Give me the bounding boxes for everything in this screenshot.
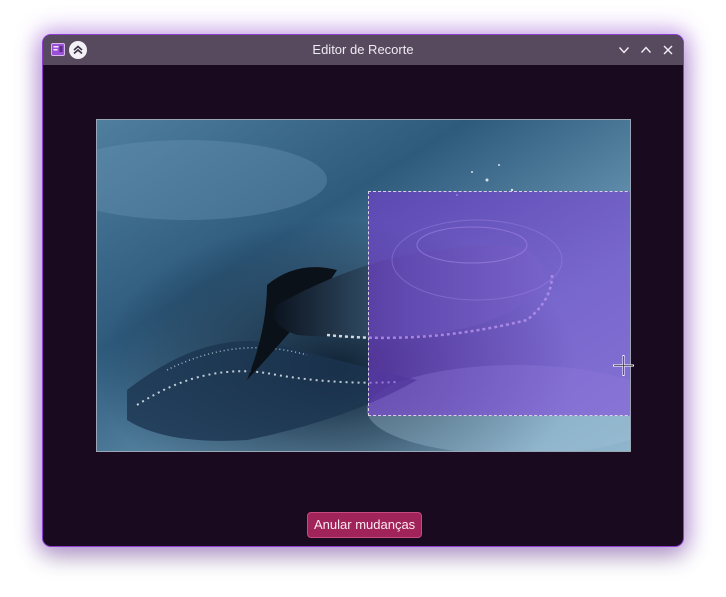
minimize-icon[interactable] xyxy=(614,40,634,60)
crop-editor-window: Editor de Recorte Anular mudanças xyxy=(43,35,683,546)
undo-changes-button[interactable]: Anular mudanças xyxy=(307,512,423,538)
title-bar[interactable]: Editor de Recorte xyxy=(43,35,683,65)
dolphin-photo[interactable] xyxy=(96,119,631,452)
keep-above-icon[interactable] xyxy=(69,41,87,59)
maximize-icon[interactable] xyxy=(636,40,656,60)
crop-resize-handle[interactable] xyxy=(613,355,634,376)
window-title: Editor de Recorte xyxy=(312,42,414,57)
editor-canvas: Anular mudanças xyxy=(43,65,683,546)
app-icon[interactable] xyxy=(51,43,65,56)
crop-selection[interactable] xyxy=(368,191,630,416)
close-icon[interactable] xyxy=(658,40,678,60)
